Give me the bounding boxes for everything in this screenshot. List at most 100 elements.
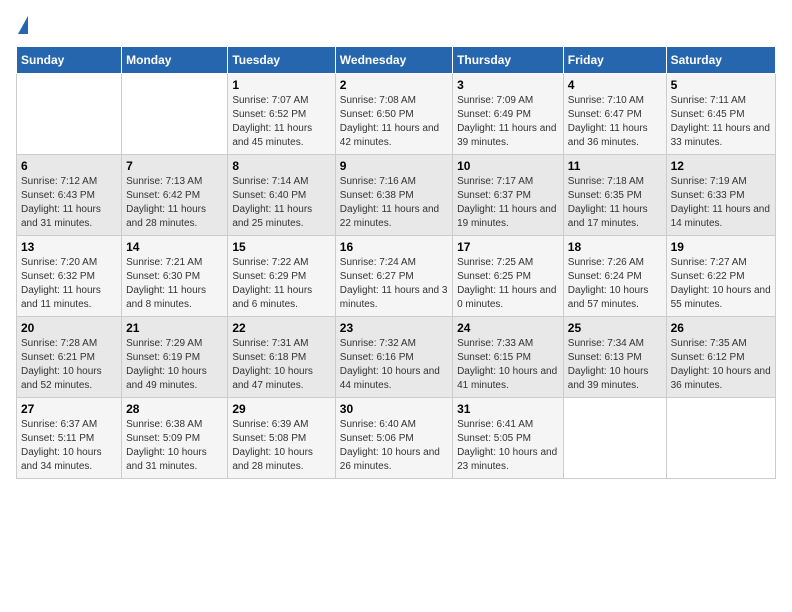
calendar-cell: 10 Sunrise: 7:17 AMSunset: 6:37 PMDayligh… — [453, 155, 564, 236]
col-header-wednesday: Wednesday — [335, 47, 452, 74]
day-detail: Sunrise: 7:19 AMSunset: 6:33 PMDaylight:… — [671, 175, 771, 231]
calendar-cell: 23 Sunrise: 7:32 AMSunset: 6:16 PMDayligh… — [335, 317, 452, 398]
page-header — [16, 16, 776, 34]
day-detail: Sunrise: 6:41 AMSunset: 5:05 PMDaylight:… — [457, 418, 559, 474]
day-detail: Sunrise: 7:12 AMSunset: 6:43 PMDaylight:… — [21, 175, 117, 231]
day-detail: Sunrise: 7:24 AMSunset: 6:27 PMDaylight:… — [340, 256, 448, 312]
day-detail: Sunrise: 7:11 AMSunset: 6:45 PMDaylight:… — [671, 94, 771, 150]
day-detail: Sunrise: 7:13 AMSunset: 6:42 PMDaylight:… — [126, 175, 223, 231]
calendar-cell: 1 Sunrise: 7:07 AMSunset: 6:52 PMDaylight… — [228, 74, 335, 155]
col-header-monday: Monday — [122, 47, 228, 74]
col-header-tuesday: Tuesday — [228, 47, 335, 74]
calendar-cell: 18 Sunrise: 7:26 AMSunset: 6:24 PMDayligh… — [563, 236, 666, 317]
calendar-cell: 30Sunrise: 6:40 AMSunset: 5:06 PMDayligh… — [335, 398, 452, 479]
day-number: 28 — [126, 402, 223, 416]
calendar-cell: 8 Sunrise: 7:14 AMSunset: 6:40 PMDaylight… — [228, 155, 335, 236]
day-number: 15 — [232, 240, 330, 254]
day-detail: Sunrise: 7:27 AMSunset: 6:22 PMDaylight:… — [671, 256, 771, 312]
calendar-cell: 20 Sunrise: 7:28 AMSunset: 6:21 PMDayligh… — [17, 317, 122, 398]
calendar-cell: 3Sunrise: 7:09 AMSunset: 6:49 PMDaylight… — [453, 74, 564, 155]
calendar-cell: 31 Sunrise: 6:41 AMSunset: 5:05 PMDayligh… — [453, 398, 564, 479]
day-detail: Sunrise: 6:38 AMSunset: 5:09 PMDaylight:… — [126, 418, 223, 474]
week-row-2: 6 Sunrise: 7:12 AMSunset: 6:43 PMDaylight… — [17, 155, 776, 236]
day-number: 8 — [232, 159, 330, 173]
logo — [16, 16, 28, 34]
calendar-cell — [666, 398, 775, 479]
day-detail: Sunrise: 7:20 AMSunset: 6:32 PMDaylight:… — [21, 256, 117, 312]
day-detail: Sunrise: 7:10 AMSunset: 6:47 PMDaylight:… — [568, 94, 662, 150]
col-header-friday: Friday — [563, 47, 666, 74]
day-detail: Sunrise: 7:34 AMSunset: 6:13 PMDaylight:… — [568, 337, 662, 393]
day-number: 13 — [21, 240, 117, 254]
day-number: 6 — [21, 159, 117, 173]
week-row-5: 27 Sunrise: 6:37 AMSunset: 5:11 PMDayligh… — [17, 398, 776, 479]
day-number: 24 — [457, 321, 559, 335]
day-number: 4 — [568, 78, 662, 92]
calendar-cell — [563, 398, 666, 479]
week-row-1: 1 Sunrise: 7:07 AMSunset: 6:52 PMDaylight… — [17, 74, 776, 155]
day-detail: Sunrise: 7:09 AMSunset: 6:49 PMDaylight:… — [457, 94, 559, 150]
calendar-cell: 12 Sunrise: 7:19 AMSunset: 6:33 PMDayligh… — [666, 155, 775, 236]
day-number: 1 — [232, 78, 330, 92]
day-number: 31 — [457, 402, 559, 416]
calendar-cell: 16 Sunrise: 7:24 AMSunset: 6:27 PMDayligh… — [335, 236, 452, 317]
day-detail: Sunrise: 7:21 AMSunset: 6:30 PMDaylight:… — [126, 256, 223, 312]
calendar-cell: 25 Sunrise: 7:34 AMSunset: 6:13 PMDayligh… — [563, 317, 666, 398]
day-number: 27 — [21, 402, 117, 416]
day-detail: Sunrise: 6:37 AMSunset: 5:11 PMDaylight:… — [21, 418, 117, 474]
day-number: 2 — [340, 78, 448, 92]
day-detail: Sunrise: 7:26 AMSunset: 6:24 PMDaylight:… — [568, 256, 662, 312]
day-detail: Sunrise: 7:33 AMSunset: 6:15 PMDaylight:… — [457, 337, 559, 393]
day-detail: Sunrise: 6:39 AMSunset: 5:08 PMDaylight:… — [232, 418, 330, 474]
day-detail: Sunrise: 7:18 AMSunset: 6:35 PMDaylight:… — [568, 175, 662, 231]
col-header-saturday: Saturday — [666, 47, 775, 74]
calendar-cell: 17 Sunrise: 7:25 AMSunset: 6:25 PMDayligh… — [453, 236, 564, 317]
calendar-cell: 15Sunrise: 7:22 AMSunset: 6:29 PMDayligh… — [228, 236, 335, 317]
calendar-cell: 29 Sunrise: 6:39 AMSunset: 5:08 PMDayligh… — [228, 398, 335, 479]
calendar-cell: 9Sunrise: 7:16 AMSunset: 6:38 PMDaylight… — [335, 155, 452, 236]
day-number: 25 — [568, 321, 662, 335]
day-number: 21 — [126, 321, 223, 335]
day-detail: Sunrise: 7:17 AMSunset: 6:37 PMDaylight:… — [457, 175, 559, 231]
calendar-cell: 2 Sunrise: 7:08 AMSunset: 6:50 PMDaylight… — [335, 74, 452, 155]
day-number: 5 — [671, 78, 771, 92]
calendar-cell: 21Sunrise: 7:29 AMSunset: 6:19 PMDayligh… — [122, 317, 228, 398]
day-detail: Sunrise: 7:28 AMSunset: 6:21 PMDaylight:… — [21, 337, 117, 393]
day-number: 14 — [126, 240, 223, 254]
calendar-cell: 5 Sunrise: 7:11 AMSunset: 6:45 PMDaylight… — [666, 74, 775, 155]
day-number: 12 — [671, 159, 771, 173]
day-number: 9 — [340, 159, 448, 173]
day-number: 18 — [568, 240, 662, 254]
calendar-cell: 6 Sunrise: 7:12 AMSunset: 6:43 PMDaylight… — [17, 155, 122, 236]
day-number: 23 — [340, 321, 448, 335]
day-number: 29 — [232, 402, 330, 416]
calendar-cell: 19Sunrise: 7:27 AMSunset: 6:22 PMDayligh… — [666, 236, 775, 317]
day-detail: Sunrise: 7:32 AMSunset: 6:16 PMDaylight:… — [340, 337, 448, 393]
calendar-cell: 7 Sunrise: 7:13 AMSunset: 6:42 PMDaylight… — [122, 155, 228, 236]
calendar-cell — [122, 74, 228, 155]
day-detail: Sunrise: 7:35 AMSunset: 6:12 PMDaylight:… — [671, 337, 771, 393]
day-detail: Sunrise: 7:25 AMSunset: 6:25 PMDaylight:… — [457, 256, 559, 312]
calendar-cell: 26Sunrise: 7:35 AMSunset: 6:12 PMDayligh… — [666, 317, 775, 398]
day-detail: Sunrise: 7:14 AMSunset: 6:40 PMDaylight:… — [232, 175, 330, 231]
day-detail: Sunrise: 7:07 AMSunset: 6:52 PMDaylight:… — [232, 94, 330, 150]
day-number: 22 — [232, 321, 330, 335]
day-number: 10 — [457, 159, 559, 173]
calendar-header-row: SundayMondayTuesdayWednesdayThursdayFrid… — [17, 47, 776, 74]
day-detail: Sunrise: 7:08 AMSunset: 6:50 PMDaylight:… — [340, 94, 448, 150]
day-number: 20 — [21, 321, 117, 335]
calendar-cell: 24 Sunrise: 7:33 AMSunset: 6:15 PMDayligh… — [453, 317, 564, 398]
calendar-cell: 13 Sunrise: 7:20 AMSunset: 6:32 PMDayligh… — [17, 236, 122, 317]
day-number: 7 — [126, 159, 223, 173]
calendar-cell: 14 Sunrise: 7:21 AMSunset: 6:30 PMDayligh… — [122, 236, 228, 317]
day-number: 16 — [340, 240, 448, 254]
calendar-cell: 28 Sunrise: 6:38 AMSunset: 5:09 PMDayligh… — [122, 398, 228, 479]
logo-triangle-icon — [18, 16, 28, 34]
calendar-cell: 27 Sunrise: 6:37 AMSunset: 5:11 PMDayligh… — [17, 398, 122, 479]
calendar-cell: 11Sunrise: 7:18 AMSunset: 6:35 PMDayligh… — [563, 155, 666, 236]
calendar-table: SundayMondayTuesdayWednesdayThursdayFrid… — [16, 46, 776, 479]
calendar-cell: 22Sunrise: 7:31 AMSunset: 6:18 PMDayligh… — [228, 317, 335, 398]
col-header-sunday: Sunday — [17, 47, 122, 74]
day-detail: Sunrise: 6:40 AMSunset: 5:06 PMDaylight:… — [340, 418, 448, 474]
day-number: 17 — [457, 240, 559, 254]
